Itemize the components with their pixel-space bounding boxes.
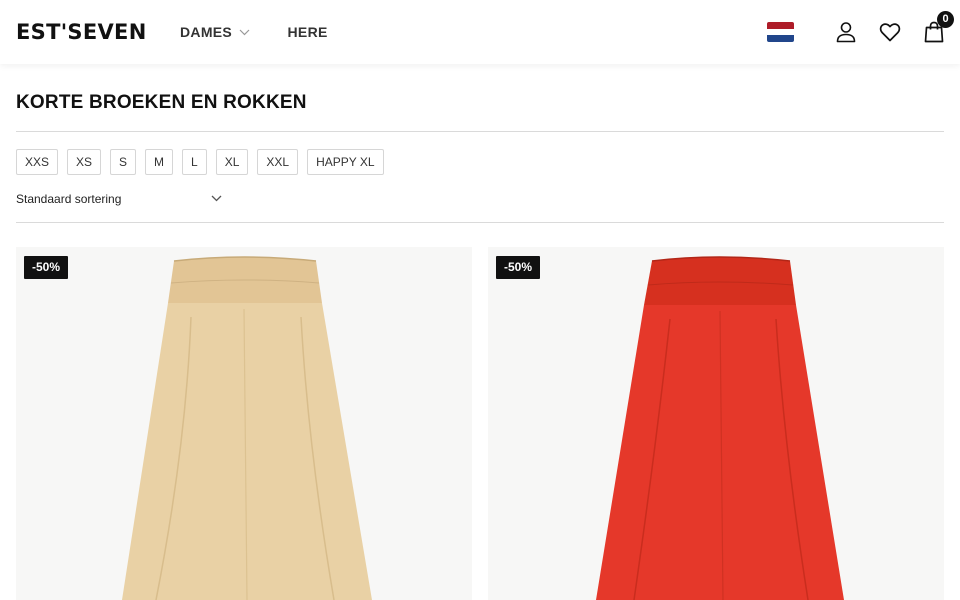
nav-item-heren[interactable]: HEREN: [288, 22, 328, 42]
size-filter-xl[interactable]: XL: [215, 149, 249, 175]
size-filter-l[interactable]: L: [182, 149, 207, 175]
discount-badge: -50%: [496, 256, 541, 279]
size-filter: XXS XS S M L XL XXL HAPPY XL: [16, 149, 393, 175]
nav-item-label: DAMES: [180, 24, 233, 40]
chevron-down-icon: [211, 195, 222, 202]
size-filter-s[interactable]: S: [110, 149, 137, 175]
product-card[interactable]: -50%: [16, 247, 472, 600]
sort-select[interactable]: Standaard sortering: [16, 189, 224, 209]
product-image-skirt: [596, 256, 844, 600]
heart-icon[interactable]: [878, 20, 902, 44]
size-filter-xxl[interactable]: XXL: [257, 149, 299, 175]
cart-count-badge: 0: [937, 11, 954, 28]
site-header: EST'SEVEN DAMES HEREN 0: [0, 0, 960, 64]
nav-item-dames[interactable]: DAMES: [180, 22, 250, 42]
discount-badge: -50%: [24, 256, 69, 279]
size-filter-xxs[interactable]: XXS: [16, 149, 59, 175]
user-icon[interactable]: [834, 20, 858, 44]
page-title: KORTE BROEKEN EN ROKKEN: [16, 92, 307, 113]
nav-item-label: HEREN: [287, 24, 328, 40]
divider: [16, 222, 944, 223]
product-card[interactable]: -50%: [488, 247, 944, 600]
chevron-down-icon: [239, 29, 250, 35]
size-filter-xs[interactable]: XS: [67, 149, 102, 175]
size-filter-happy-xl[interactable]: HAPPY XL: [307, 149, 384, 175]
logo[interactable]: EST'SEVEN: [16, 19, 147, 45]
shopping-bag-icon[interactable]: 0: [922, 11, 954, 44]
netherlands-flag-icon[interactable]: [767, 22, 794, 42]
product-image-skirt: [122, 256, 372, 600]
divider: [16, 131, 944, 132]
size-filter-m[interactable]: M: [145, 149, 174, 175]
header-actions: 0: [767, 11, 954, 46]
sort-select-label: Standaard sortering: [16, 192, 122, 206]
main-nav: DAMES HEREN: [180, 22, 328, 44]
